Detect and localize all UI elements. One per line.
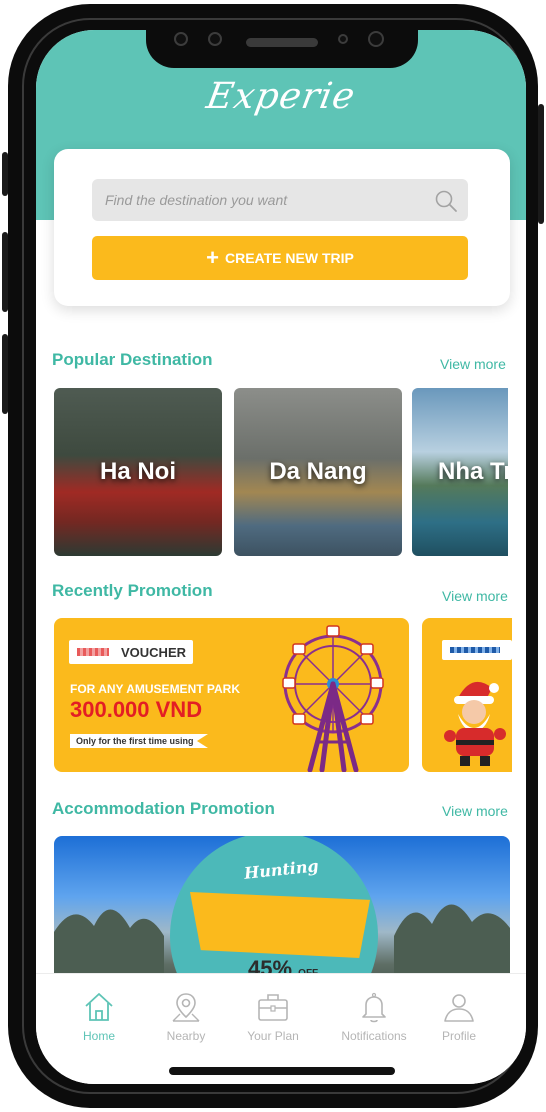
volume-up-button — [2, 232, 8, 312]
nav-home[interactable]: Home — [54, 990, 144, 1043]
booking-logo-icon — [450, 647, 500, 653]
destination-label: Nha Tr — [438, 458, 508, 485]
promotion-card-voucher[interactable]: VOUCHER FOR ANY AMUSEMENT PARK 300.000 V… — [54, 618, 409, 772]
ferris-wheel-icon — [282, 625, 384, 772]
destination-card-nha-trang[interactable]: Nha Tr — [412, 388, 508, 556]
promotion-note: Only for the first time using — [70, 734, 208, 748]
camera-icon — [174, 32, 188, 46]
nav-label: Nearby — [166, 1029, 206, 1043]
create-trip-label: CREATE NEW TRIP — [225, 250, 354, 266]
destination-label: Da Nang — [269, 458, 367, 485]
santa-icon — [444, 681, 506, 766]
home-icon — [85, 993, 113, 1021]
search-card: + CREATE NEW TRIP — [54, 149, 510, 306]
power-button — [538, 104, 544, 224]
recent-promotion-title: Recently Promotion — [52, 581, 213, 600]
accommodation-promotion-title: Accommodation Promotion — [52, 799, 275, 818]
promotion-price: 300.000 VND — [70, 697, 203, 722]
partner-logo-icon — [77, 648, 109, 656]
partner-logo — [442, 640, 512, 660]
nav-your-plan[interactable]: Your Plan — [228, 990, 318, 1043]
nav-nearby[interactable]: Nearby — [141, 990, 231, 1043]
app-screen: Experie + CREATE NEW TRIP Popular Destin… — [36, 30, 526, 1084]
destination-label: Ha Noi — [99, 458, 176, 485]
nav-label: Profile — [441, 1029, 476, 1043]
accommodation-view-more-link[interactable]: View more — [442, 803, 508, 819]
nav-profile[interactable]: Profile — [414, 990, 504, 1043]
plus-icon: + — [206, 245, 219, 270]
front-camera-icon — [368, 31, 384, 47]
speaker-grille — [246, 38, 318, 47]
voucher-tag: VOUCHER — [69, 640, 193, 664]
create-trip-button[interactable]: + CREATE NEW TRIP — [92, 236, 468, 280]
volume-down-button — [2, 334, 8, 414]
nav-label: Your Plan — [247, 1029, 299, 1043]
nav-label: Notifications — [341, 1029, 407, 1043]
user-icon — [444, 994, 474, 1022]
destination-card-da-nang[interactable]: Da Nang — [234, 388, 402, 556]
destination-card-ha-noi[interactable]: Ha Noi — [54, 388, 222, 556]
map-pin-icon — [172, 993, 200, 1022]
popular-destination-title: Popular Destination — [52, 350, 213, 369]
sensor-icon — [208, 32, 222, 46]
mute-switch — [2, 152, 8, 196]
popular-view-more-link[interactable]: View more — [440, 356, 506, 372]
promotion-view-more-link[interactable]: View more — [442, 588, 508, 604]
briefcase-icon — [258, 994, 288, 1021]
home-indicator[interactable] — [169, 1067, 395, 1075]
promo-ribbon — [190, 892, 370, 958]
promotion-card-christmas[interactable] — [422, 618, 512, 772]
accommodation-banner[interactable]: Hunting 45% OFF — [54, 836, 510, 996]
promotion-description: FOR ANY AMUSEMENT PARK — [70, 682, 241, 696]
search-input[interactable] — [92, 179, 468, 221]
nav-notifications[interactable]: Notifications — [326, 990, 422, 1043]
bottom-navigation: Home Nearby Your Plan Notifications Prof… — [36, 973, 526, 1084]
bell-icon — [362, 992, 386, 1023]
nav-label: Home — [82, 1029, 115, 1043]
proximity-icon — [338, 34, 348, 44]
app-logo: Experie — [203, 76, 359, 117]
search-icon[interactable] — [434, 189, 458, 213]
voucher-label: VOUCHER — [121, 644, 187, 660]
